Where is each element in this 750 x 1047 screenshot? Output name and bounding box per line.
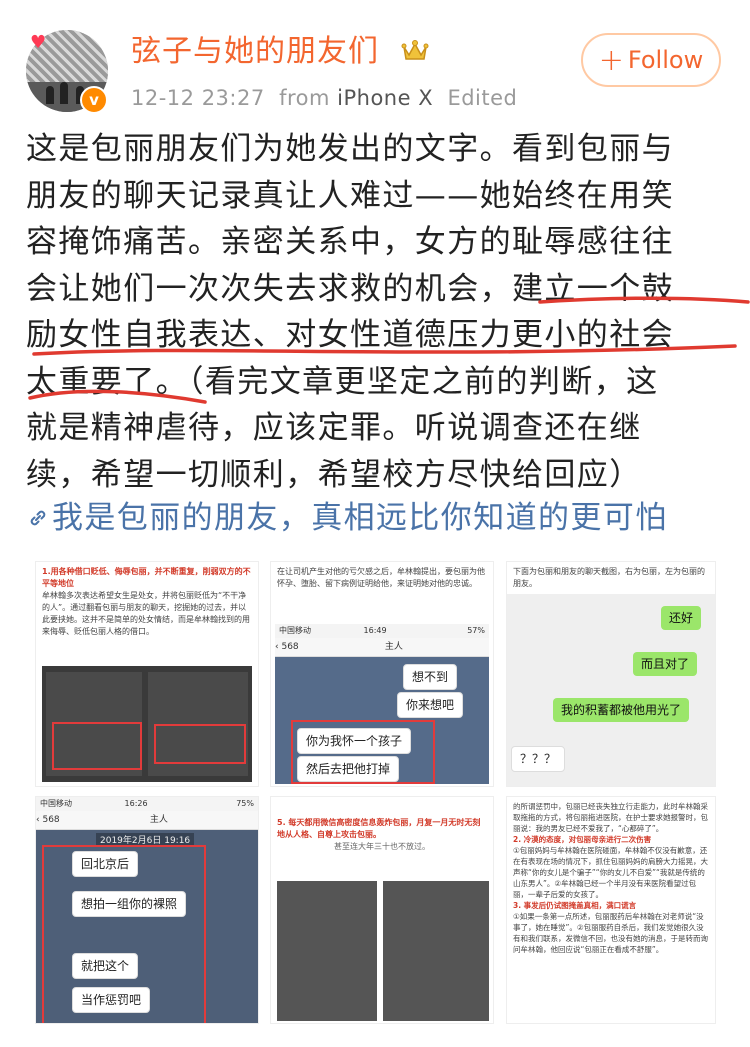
image-4[interactable]: 中国移动 16:26 75% ‹ 568 主人 2019年2月6日 19:16 回… xyxy=(35,796,259,1024)
source-label: iPhone X xyxy=(337,86,434,110)
image-5-caption: 甚至连大年三十也不放过。 xyxy=(334,842,430,851)
image-4-nav: ‹ 568 主人 xyxy=(36,811,258,830)
image-2-nav: ‹ 568 主人 xyxy=(275,638,489,657)
text-line: 励女性自我表达、对女性道德压力更小的社会 xyxy=(26,317,674,353)
image-5-heading: 5. 每天都用微信高密度信息轰炸包丽，月复一月无时无刻地从人格、自尊上攻击包丽。 xyxy=(277,818,481,839)
link-icon xyxy=(30,510,46,526)
plus-icon: + xyxy=(598,43,624,78)
chat-bubble: ？？？ xyxy=(511,746,566,772)
edited-label: Edited xyxy=(447,86,518,110)
heart-icon: ♥ xyxy=(30,32,47,53)
image-6[interactable]: 的所谓惩罚中，包丽已经丧失独立行走能力，此时牟林翰采取拖拖的方式，将包丽拖进医院… xyxy=(506,796,716,1024)
image-5[interactable]: 5. 每天都用微信高密度信息轰炸包丽，月复一月无时无刻地从人格、自尊上攻击包丽。… xyxy=(270,796,494,1024)
verified-icon: v xyxy=(80,86,108,114)
image-6-body-2: ①包丽妈妈与牟林翰在医院碰面，牟林翰不仅没有歉意，还在有表现在场的情况下，抓住包… xyxy=(513,846,708,899)
image-6-body: 的所谓惩罚中，包丽已经丧失独立行走能力，此时牟林翰采取拖拖的方式，将包丽拖进医院… xyxy=(513,802,708,833)
image-6-heading-3: 3. 事发后仍试图掩盖真相，满口谎言 xyxy=(513,901,637,910)
chat-bubble: 而且对了 xyxy=(633,652,698,676)
post-meta: 12-12 23:27 from iPhone X Edited xyxy=(131,84,517,112)
image-6-heading-2: 2. 冷漠的态度，对包丽母亲进行二次伤害 xyxy=(513,835,652,844)
text-line: 就是精神虐待，应该定罪。听说调查还在继 xyxy=(26,410,642,446)
image-2-body: 在让司机产生对他的亏欠感之后，牟林翰提出，要包丽为他怀孕、堕胎、留下病例证明给他… xyxy=(277,567,485,588)
from-label: from xyxy=(279,86,330,110)
chat-bubble: 你来想吧 xyxy=(397,692,464,718)
follow-button[interactable]: + Follow xyxy=(581,33,721,87)
link-text: 我是包丽的朋友，真相远比你知道的更可怕 xyxy=(52,500,668,536)
image-3[interactable]: 下面为包丽和朋友的聊天截图，右为包丽，左为包丽的朋友。 还好 而且对了 我的积蓄… xyxy=(506,561,716,787)
image-6-body-3: ①如果一条第一点所述，包丽服药后牟林翰在对老师说“没事了，她在睡觉”。②包丽服药… xyxy=(513,912,708,954)
text-line: 会让她们一次次失去求救的机会，建立一个鼓 xyxy=(26,270,674,307)
text-line: 续，希望一切顺利，希望校方尽快给回应） xyxy=(26,456,642,493)
image-3-body: 下面为包丽和朋友的聊天截图，右为包丽，左为包丽的朋友。 xyxy=(507,562,715,594)
image-4-status: 中国移动 16:26 75% xyxy=(36,797,258,811)
text-line: 太重要了。（看完文章更坚定之前的判断，这 xyxy=(26,363,659,400)
chat-bubble: 我的积蓄都被他用光了 xyxy=(553,698,690,722)
image-1[interactable]: 1.用各种借口贬低、侮辱包丽，并不断重复，削弱双方的不平等地位 牟林翰多次表达希… xyxy=(35,561,259,787)
text-line: 这是包丽朋友们为她发出的文字。看到包丽与 xyxy=(26,131,674,167)
chat-bubble: 还好 xyxy=(661,606,702,630)
post-text: 这是包丽朋友们为她发出的文字。看到包丽与 朋友的聊天记录真让人难过——她始终在用… xyxy=(26,126,726,498)
image-1-heading: 1.用各种借口贬低、侮辱包丽，并不断重复，削弱双方的不平等地位 xyxy=(42,567,251,588)
timestamp: 12-12 23:27 xyxy=(131,86,265,110)
follow-label: Follow xyxy=(627,46,704,74)
image-2-status: 中国移动 16:49 57% xyxy=(275,624,489,638)
text-line: 容掩饰痛苦。亲密关系中，女方的耻辱感往往 xyxy=(26,224,674,260)
crown-icon xyxy=(401,40,429,60)
image-2[interactable]: 在让司机产生对他的亏欠感之后，牟林翰提出，要包丽为他怀孕、堕胎、留下病例证明给他… xyxy=(270,561,494,787)
chat-bubble: 想不到 xyxy=(403,664,458,690)
image-1-body: 牟林翰多次表达希望女生是处女，并将包丽贬低为“不干净的人”。通过翻看包丽与朋友的… xyxy=(42,591,250,636)
username[interactable]: 弦子与她的朋友们 xyxy=(131,34,379,70)
text-line: 朋友的聊天记录真让人难过——她始终在用笑 xyxy=(26,177,674,214)
article-link[interactable]: 我是包丽的朋友，真相远比你知道的更可怕 xyxy=(26,496,668,540)
